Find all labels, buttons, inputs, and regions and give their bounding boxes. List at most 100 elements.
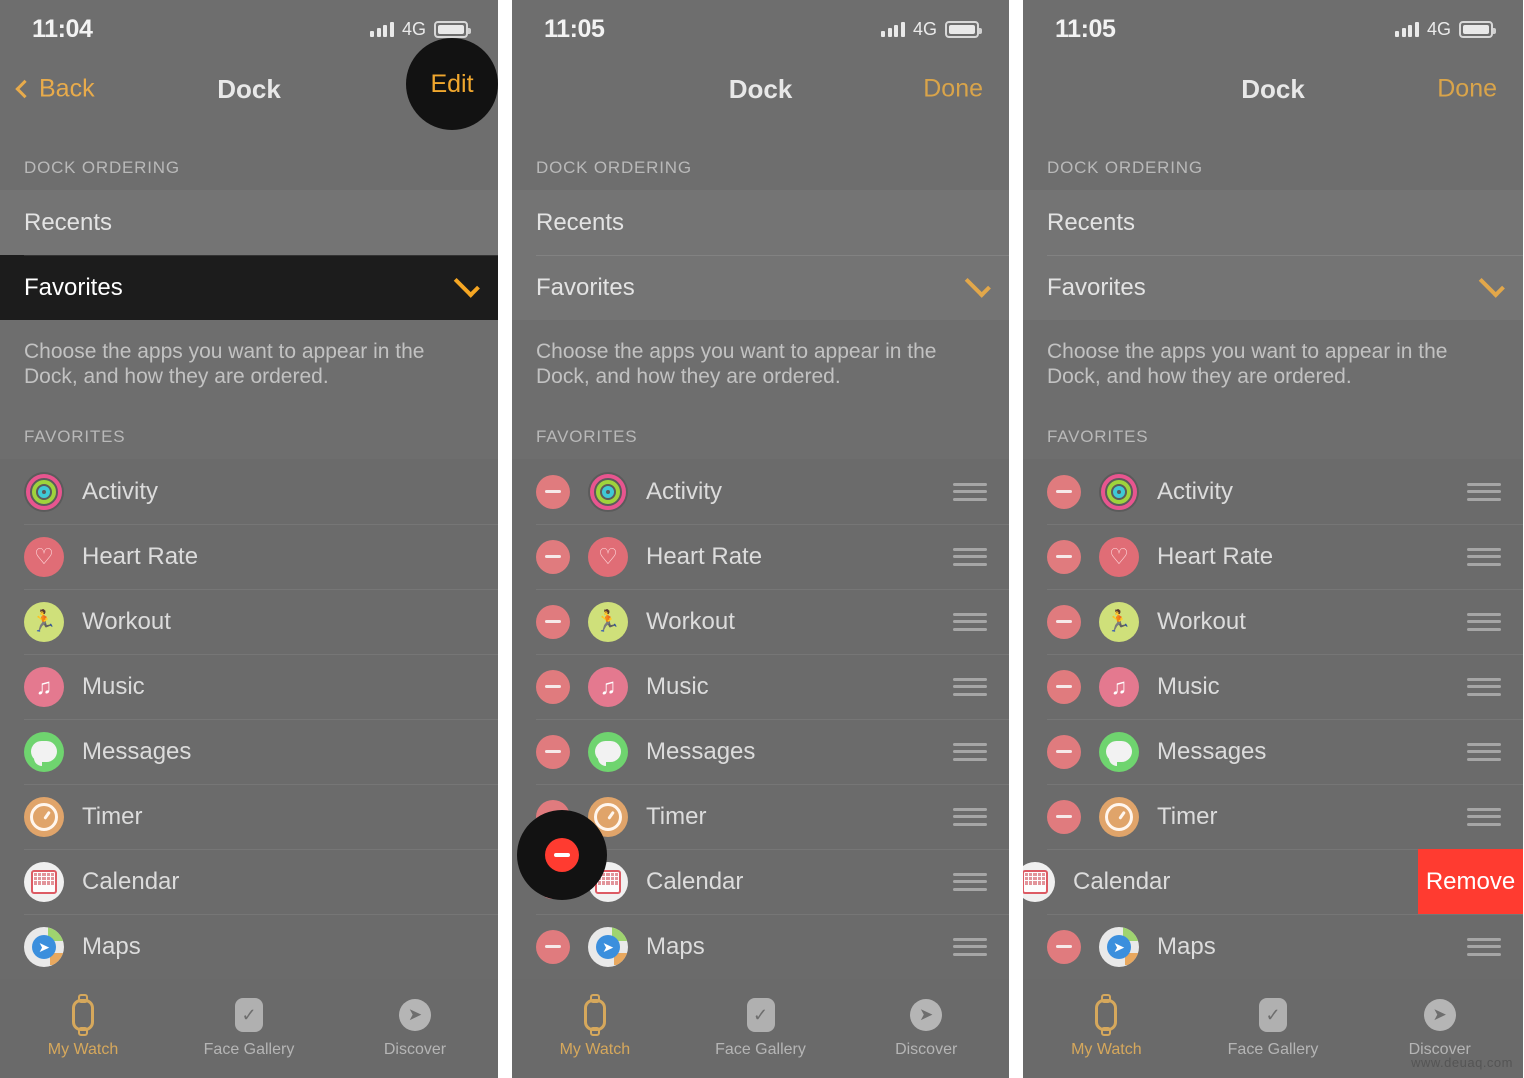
drag-handle-icon[interactable] [953, 677, 987, 696]
drag-handle-icon[interactable] [953, 547, 987, 566]
favorites-list: Activity ♡ Heart Rate 🏃 Workout ♫ Music [512, 459, 1009, 980]
timer-icon [1099, 796, 1139, 837]
done-button[interactable]: Done [1437, 75, 1497, 104]
list-item[interactable]: 🏃 Workout [1023, 589, 1523, 654]
list-item[interactable]: ➤ Maps [1023, 914, 1523, 979]
drag-handle-icon[interactable] [953, 742, 987, 761]
list-item[interactable]: Activity [1023, 459, 1523, 524]
list-item-label: Heart Rate [82, 542, 199, 570]
dock-ordering-group: Recents Favorites [1023, 190, 1523, 320]
tab-my-watch[interactable]: My Watch [1023, 994, 1190, 1059]
list-item[interactable]: Timer [0, 784, 498, 849]
list-item-label: Timer [82, 802, 143, 830]
ordering-row-favorites[interactable]: Favorites [1023, 255, 1523, 320]
status-indicators: 4G [881, 19, 982, 40]
delete-button[interactable] [536, 474, 570, 509]
page-title: Dock [728, 73, 793, 104]
done-button[interactable]: Done [923, 75, 983, 104]
list-item[interactable]: Activity [0, 459, 498, 524]
dock-ordering-header: DOCK ORDERING [536, 158, 692, 177]
delete-button[interactable] [1047, 929, 1081, 964]
tab-face-gallery[interactable]: ✓ Face Gallery [1190, 995, 1357, 1059]
list-item[interactable]: ➤ Maps [0, 914, 498, 979]
list-item[interactable]: Messages [1023, 719, 1523, 784]
screenshot-stage: 11:04 4G Back Dock Edit DOCK ORDERING Re… [0, 0, 1524, 1078]
delete-button[interactable] [536, 669, 570, 704]
delete-button[interactable] [536, 734, 570, 769]
delete-button[interactable] [1047, 474, 1081, 509]
tab-discover[interactable]: ➤ Discover [1356, 995, 1523, 1059]
list-item[interactable]: Messages [0, 719, 498, 784]
list-item[interactable]: ♫ Music [1023, 654, 1523, 719]
ordering-row-favorites[interactable]: Favorites [512, 255, 1009, 320]
drag-handle-icon[interactable] [1467, 807, 1501, 826]
ordering-row-recents[interactable]: Recents [1023, 190, 1523, 255]
list-item[interactable]: ♡ Heart Rate [1023, 524, 1523, 589]
drag-handle-icon[interactable] [953, 612, 987, 631]
drag-handle-icon[interactable] [953, 482, 987, 501]
list-item[interactable]: ♡ Heart Rate [512, 524, 1009, 589]
drag-handle-icon[interactable] [1467, 482, 1501, 501]
dock-ordering-group: Recents Favorites [512, 190, 1009, 320]
battery-icon [1459, 20, 1496, 38]
list-item[interactable]: 🏃 Workout [512, 589, 1009, 654]
tab-bar: My Watch ✓ Face Gallery ➤ Discover [512, 979, 1009, 1076]
delete-button[interactable] [1047, 799, 1081, 834]
remove-button[interactable]: Remove [1418, 849, 1523, 915]
checkmark-icon [964, 271, 991, 298]
calendar-delete-button-highlighted[interactable] [545, 838, 579, 872]
list-item[interactable]: Calendar [0, 849, 498, 914]
tab-label: Face Gallery [203, 1041, 295, 1059]
list-item[interactable]: Messages [512, 719, 1009, 784]
ordering-row-recents[interactable]: Recents [0, 190, 498, 255]
delete-button[interactable] [536, 929, 570, 964]
ordering-row-label: Recents [1047, 208, 1136, 236]
page-title: Dock [217, 73, 281, 104]
tab-label: Face Gallery [715, 1041, 806, 1059]
tab-my-watch[interactable]: My Watch [0, 994, 166, 1059]
delete-button[interactable] [1047, 734, 1081, 769]
tab-discover[interactable]: ➤ Discover [332, 995, 498, 1059]
spotlight-edit-button[interactable]: Edit [406, 38, 498, 130]
drag-handle-icon[interactable] [1467, 677, 1501, 696]
phone-panel-2: 11:05 4G Dock Done DOCK ORDERING Recents… [512, 0, 1009, 1078]
list-item[interactable]: 🏃 Workout [0, 589, 498, 654]
tab-face-gallery[interactable]: ✓ Face Gallery [678, 995, 844, 1059]
delete-button[interactable] [536, 604, 570, 639]
delete-button[interactable] [536, 539, 570, 574]
delete-button[interactable] [1047, 604, 1081, 639]
drag-handle-icon[interactable] [953, 807, 987, 826]
list-item[interactable]: ♡ Heart Rate [0, 524, 498, 589]
phone-panel-3: 11:05 4G Dock Done DOCK ORDERING Recents… [1023, 0, 1523, 1078]
list-item[interactable]: Timer [1023, 784, 1523, 849]
list-item-label: Activity [82, 477, 159, 505]
calendar-icon [24, 861, 64, 902]
list-item[interactable]: ♫ Music [512, 654, 1009, 719]
tab-my-watch[interactable]: My Watch [512, 994, 678, 1059]
tab-face-gallery[interactable]: ✓ Face Gallery [166, 995, 332, 1059]
spotlight-calendar-delete[interactable] [517, 810, 607, 900]
list-item-swiped[interactable]: Calendar Remove [1023, 849, 1523, 915]
drag-handle-icon[interactable] [953, 937, 987, 956]
gallery-icon: ✓ [1259, 995, 1287, 1035]
list-item[interactable]: Activity [512, 459, 1009, 524]
ordering-row-recents[interactable]: Recents [512, 190, 1009, 255]
drag-handle-icon[interactable] [953, 872, 987, 891]
back-button-label: Back [39, 74, 95, 103]
list-item[interactable]: ♫ Music [0, 654, 498, 719]
list-item[interactable]: ➤ Maps [512, 914, 1009, 979]
tab-discover[interactable]: ➤ Discover [843, 995, 1009, 1059]
list-item-label: Heart Rate [1157, 542, 1274, 570]
status-indicators: 4G [1395, 19, 1496, 40]
dock-ordering-description: Choose the apps you want to appear in th… [24, 340, 425, 388]
back-button[interactable]: Back [15, 74, 95, 104]
drag-handle-icon[interactable] [1467, 742, 1501, 761]
delete-button[interactable] [1047, 539, 1081, 574]
drag-handle-icon[interactable] [1467, 937, 1501, 956]
favorites-header: FAVORITES [1047, 427, 1149, 447]
list-item-label: Maps [646, 932, 705, 960]
drag-handle-icon[interactable] [1467, 547, 1501, 566]
drag-handle-icon[interactable] [1467, 612, 1501, 631]
delete-button[interactable] [1047, 669, 1081, 704]
ordering-row-favorites[interactable]: Favorites [0, 255, 498, 320]
